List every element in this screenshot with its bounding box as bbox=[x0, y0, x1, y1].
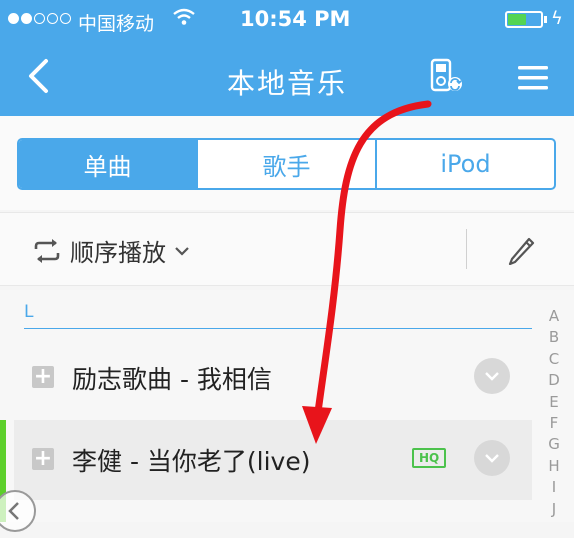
battery-tip bbox=[544, 16, 547, 23]
pencil-icon bbox=[508, 237, 535, 266]
repeat-icon bbox=[34, 238, 60, 263]
alphabet-index[interactable]: A B C D E F G H I J bbox=[543, 306, 565, 520]
circle-back-icon bbox=[0, 490, 36, 532]
list-item[interactable]: + 李健 - 当你老了(live) HQ bbox=[14, 420, 532, 500]
ipod-sync-button[interactable] bbox=[428, 58, 464, 98]
play-mode-bar: 顺序播放 bbox=[0, 212, 574, 286]
index-letter[interactable]: H bbox=[543, 456, 565, 477]
charging-icon: ϟ bbox=[551, 8, 563, 29]
chevron-down-icon bbox=[485, 372, 499, 381]
list-item[interactable]: + 励志歌曲 - 我相信 bbox=[14, 338, 532, 418]
battery-level bbox=[508, 14, 526, 25]
section-divider bbox=[24, 328, 532, 329]
chevron-down-icon bbox=[175, 246, 189, 256]
segmented-tabs: 单曲 歌手 iPod bbox=[17, 138, 556, 190]
status-bar: 中国移动 10:54 PM ϟ bbox=[0, 0, 574, 40]
tab-artists[interactable]: 歌手 bbox=[196, 140, 375, 188]
index-letter[interactable]: C bbox=[543, 349, 565, 370]
battery-icon bbox=[505, 11, 543, 28]
edit-button[interactable] bbox=[506, 233, 536, 269]
divider bbox=[466, 229, 467, 269]
add-icon[interactable]: + bbox=[32, 366, 54, 388]
index-letter[interactable]: F bbox=[543, 413, 565, 434]
status-time: 10:54 PM bbox=[240, 7, 351, 31]
song-list: L + 励志歌曲 - 我相信 + 李健 - 当你老了(live) HQ bbox=[0, 290, 574, 522]
more-options-button[interactable] bbox=[474, 440, 510, 476]
tab-bar-container: 单曲 歌手 iPod bbox=[0, 116, 574, 210]
tab-songs[interactable]: 单曲 bbox=[19, 140, 196, 188]
nav-bar: 本地音乐 bbox=[0, 40, 574, 116]
tab-ipod[interactable]: iPod bbox=[375, 140, 554, 188]
index-letter[interactable]: I bbox=[543, 477, 565, 498]
section-header: L bbox=[24, 302, 34, 322]
signal-strength-icon bbox=[8, 13, 71, 24]
carrier-name: 中国移动 bbox=[78, 13, 155, 35]
play-mode-label: 顺序播放 bbox=[70, 239, 166, 267]
back-swipe-handle[interactable] bbox=[0, 488, 38, 538]
ipod-sync-icon bbox=[430, 58, 462, 92]
index-letter[interactable]: G bbox=[543, 434, 565, 455]
hq-badge: HQ bbox=[412, 448, 447, 468]
more-options-button[interactable] bbox=[474, 358, 510, 394]
index-letter[interactable]: B bbox=[543, 327, 565, 348]
page-title: 本地音乐 bbox=[226, 67, 347, 100]
song-title: 李健 - 当你老了(live) bbox=[72, 447, 311, 476]
index-letter[interactable]: J bbox=[543, 499, 565, 520]
play-mode-button[interactable]: 顺序播放 bbox=[32, 233, 190, 268]
index-letter[interactable]: E bbox=[543, 392, 565, 413]
wifi-icon bbox=[172, 8, 196, 31]
song-title: 励志歌曲 - 我相信 bbox=[72, 365, 272, 394]
menu-button[interactable] bbox=[516, 64, 550, 96]
index-letter[interactable]: A bbox=[543, 306, 565, 327]
menu-icon bbox=[518, 66, 548, 90]
chevron-down-icon bbox=[485, 454, 499, 463]
add-icon[interactable]: + bbox=[32, 448, 54, 470]
index-letter[interactable]: D bbox=[543, 370, 565, 391]
